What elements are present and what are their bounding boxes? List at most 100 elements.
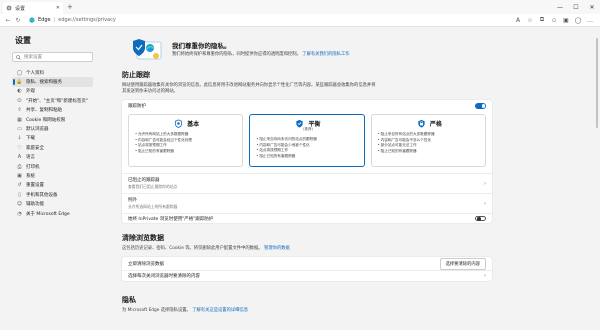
sidebar-item[interactable]: ☺ 辅助功能: [12, 199, 93, 208]
maximize-icon[interactable]: ☐: [568, 0, 584, 14]
gear-icon: [6, 5, 12, 11]
tracking-level-bullet: 阻止已知的有害跟踪器: [135, 149, 238, 155]
sidebar-item-label: 个人资料: [26, 70, 44, 76]
browser-tab[interactable]: 设置 ✕: [3, 2, 63, 14]
tracking-level-strict[interactable]: 严格阻止来自所有站点的大多数跟踪器内容和广告可能会不怎么个性化部分站点可能无法工…: [370, 114, 486, 168]
new-tab-button[interactable]: +: [67, 3, 73, 11]
tracking-level-basic[interactable]: 基本允许所有网站上的大多数跟踪器内容和广告可能会经过个性化处理站点将按预期工作阻…: [128, 114, 244, 168]
clear-on-close-label: 选择每次关闭浏览器时要清除的内容: [128, 274, 200, 280]
settings-sidebar: 设置 搜索设置 ◯ 个人资料 🔒 隐私、搜索和服务 ◐ 外观 ⏻ "开始"、"主页"和"新建标…: [0, 28, 105, 330]
sidebar-item[interactable]: ◯ 个人资料: [12, 68, 93, 77]
sidebar-item[interactable]: ↺ 重置设置: [12, 181, 93, 190]
privacy-section-description: 为 Microsoft Edge 选择隐私设置。 了解有关这些设置的详细信息: [122, 308, 377, 314]
tracking-level-name: 严格: [429, 121, 442, 129]
system-icon: ▣: [17, 172, 22, 179]
sidebar-item-label: 外观: [26, 89, 35, 95]
chevron-right-icon: ›: [484, 200, 486, 207]
back-icon[interactable]: ←: [3, 15, 13, 25]
clear-data-description: 这包括历史记录、密码、Cookie 等。将仅删除此用户配置文件中的数据。 管理你…: [122, 246, 482, 252]
clear-data-section-title: 清除浏览数据: [122, 234, 164, 243]
sidebar-item[interactable]: ◔ 关于 Microsoft Edge: [12, 209, 93, 218]
sidebar-item[interactable]: ⏻ "开始"、"主页"和"新建标签页": [12, 96, 93, 105]
palette-icon: ◐: [17, 88, 22, 95]
sidebar-item[interactable]: ↓ 下载: [12, 134, 93, 143]
clear-on-close-row[interactable]: 选择每次关闭浏览器时要清除的内容 ›: [122, 270, 492, 281]
inprivate-strict-toggle[interactable]: [475, 215, 486, 222]
settings-main: 我们尊重你的隐私。 我们将始终保护和尊重你的隐私，同时提供你应得的透明度和控制。…: [105, 28, 600, 330]
search-input[interactable]: 搜索设置: [12, 52, 93, 62]
tracking-levels: 基本允许所有网站上的大多数跟踪器内容和广告可能会经过个性化处理站点将按预期工作阻…: [122, 110, 492, 173]
more-menu-icon[interactable]: …: [586, 16, 594, 24]
family-icon: ♡: [17, 144, 22, 151]
sidebar-item-label: 手机和其他设备: [26, 192, 58, 198]
profile-icon[interactable]: ◯: [574, 16, 582, 24]
url-separator: |: [53, 17, 56, 23]
clear-now-label: 立即清除浏览数据: [128, 261, 164, 267]
blocked-trackers-title: 已阻止的跟踪器: [128, 178, 160, 184]
split-screen-icon[interactable]: ⧉: [538, 16, 546, 24]
sidebar-item-label: 辅助功能: [26, 202, 44, 208]
choose-what-to-clear-button[interactable]: 选择要清除的内容: [439, 257, 486, 270]
privacy-shield-illustration-icon: [126, 36, 162, 62]
hero-desc-text: 我们将始终保护和尊重你的隐私，同时提供你应得的透明度和控制。: [172, 52, 301, 58]
clear-data-desc-text: 这包括历史记录、密码、Cookie 等。将仅删除此用户配置文件中的数据。: [122, 246, 263, 252]
sidebar-item[interactable]: ◐ 外观: [12, 87, 93, 96]
accessibility-icon: ☺: [16, 201, 23, 208]
scrollbar-thumb[interactable]: [596, 38, 598, 128]
sidebar-item[interactable]: ♡ 家庭安全: [12, 143, 93, 152]
blocked-trackers-row[interactable]: 已阻止的跟踪器 查看我们已阻止跟踪你的站点 ›: [122, 173, 492, 193]
sidebar-item[interactable]: 🔒 隐私、搜索和服务: [12, 77, 93, 87]
title-bar: 设置 ✕ + — ☐ ✕: [0, 0, 600, 14]
address-bar: ← ↻ Edge | edge://settings/privacy A ☆ ⧉…: [0, 14, 600, 27]
exceptions-row[interactable]: 例外 允许所选网站上的所有跟踪器 ›: [122, 193, 492, 213]
tab-close-icon[interactable]: ✕: [56, 5, 60, 11]
tab-title: 设置: [15, 5, 26, 12]
hero-description: 我们将始终保护和尊重你的隐私，同时提供你应得的透明度和控制。 了解有关我们的隐私…: [172, 52, 350, 58]
sidebar-item-label: "开始"、"主页"和"新建标签页": [26, 98, 88, 104]
tracking-level-bullets: 阻止来自你尚未访问的站点的跟踪器内容和广告可能会少地被个性化站点将按预期工作阻止…: [256, 137, 359, 159]
read-aloud-icon[interactable]: A: [514, 16, 522, 24]
favorites-star-icon[interactable]: ☆: [526, 16, 534, 24]
cookie-icon: ▦: [17, 116, 22, 123]
power-icon: ⏻: [17, 97, 22, 104]
url-field[interactable]: Edge | edge://settings/privacy: [29, 15, 116, 25]
sidebar-item[interactable]: ⎙ 打印机: [12, 162, 93, 171]
hero-link[interactable]: 了解有关我们的隐私工作: [302, 52, 349, 57]
inprivate-strict-label: 始终 InPrivate 浏览时使用"严格"跟踪防护: [128, 216, 214, 222]
tracking-section-description: 网站使用跟踪器收集有关你的浏览的信息。此信息将用于改进网站服务并向你显示个性化广…: [122, 83, 376, 95]
sidebar-item[interactable]: ▭ 默认浏览器: [12, 124, 93, 133]
inprivate-strict-row: 始终 InPrivate 浏览时使用"严格"跟踪防护: [122, 213, 492, 223]
sidebar-item-label: Cookie 和网站权限: [26, 117, 66, 123]
edge-logo-icon: [29, 17, 35, 23]
sidebar-item[interactable]: A 语言: [12, 153, 93, 162]
sidebar-item[interactable]: ▣ 系统: [12, 171, 93, 180]
sidebar-item-label: 打印机: [26, 164, 40, 170]
tracking-level-bullets: 允许所有网站上的大多数跟踪器内容和广告可能会经过个性化处理站点将按预期工作阻止已…: [135, 132, 238, 154]
manage-data-link[interactable]: 管理你的数据: [264, 246, 290, 251]
sidebar-item-label: 共享、复制和粘贴: [26, 108, 62, 114]
chevron-right-icon: ›: [484, 273, 486, 280]
hero-title: 我们尊重你的隐私。: [172, 42, 231, 51]
tracking-toggle[interactable]: [475, 103, 486, 109]
sidebar-nav: ◯ 个人资料 🔒 隐私、搜索和服务 ◐ 外观 ⏻ "开始"、"主页"和"新建标签页" ⇪ 共享、复…: [12, 68, 93, 218]
tracking-level-balanced[interactable]: 平衡(推荐)阻止来自你尚未访问的站点的跟踪器内容和广告可能会少地被个性化站点将按…: [249, 114, 365, 168]
tracking-level-bullets: 阻止来自所有站点的大多数跟踪器内容和广告可能会不怎么个性化部分站点可能无法工作阻…: [378, 132, 481, 154]
collections-icon[interactable]: ▣: [562, 16, 570, 24]
sidebar-item-label: 重置设置: [26, 183, 44, 189]
privacy-learn-more-link[interactable]: 了解有关这些设置的详细信息: [192, 308, 248, 313]
main-scrollbar[interactable]: [594, 28, 600, 330]
sidebar-item[interactable]: ⇪ 共享、复制和粘贴: [12, 106, 93, 115]
sidebar-item[interactable]: ▦ Cookie 和网站权限: [12, 115, 93, 124]
exceptions-desc: 允许所选网站上的所有跟踪器: [128, 204, 178, 210]
language-icon: A: [17, 154, 22, 161]
url-path: edge://settings/privacy: [58, 17, 116, 23]
sidebar-item-label: 语言: [26, 155, 35, 161]
refresh-icon[interactable]: ↻: [13, 15, 23, 25]
sidebar-item[interactable]: ▯ 手机和其他设备: [12, 190, 93, 199]
favorites-icon[interactable]: ✩: [550, 16, 558, 24]
window-close-icon[interactable]: ✕: [584, 0, 600, 14]
url-host: Edge: [38, 17, 51, 23]
sidebar-item-label: 关于 Microsoft Edge: [26, 211, 70, 217]
tracking-level-header: 基本: [135, 119, 238, 128]
minimize-icon[interactable]: —: [552, 0, 568, 14]
